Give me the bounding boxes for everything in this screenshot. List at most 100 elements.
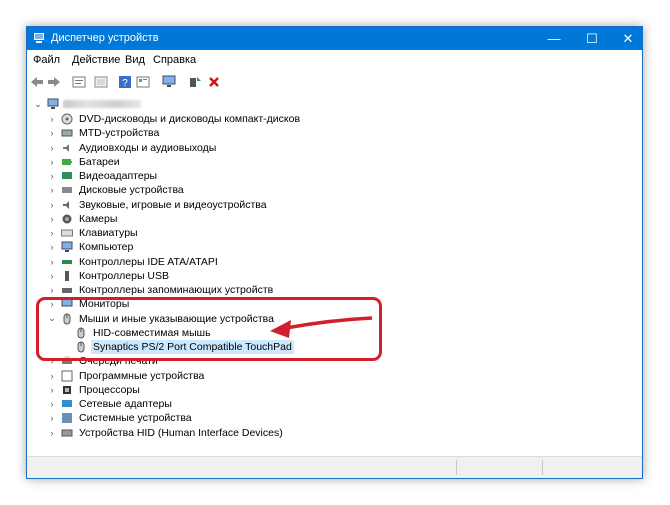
chevron-right-icon[interactable]: ›: [47, 126, 57, 140]
tree-category-label: Дисковые устройства: [79, 184, 184, 197]
back-arrow-icon[interactable]: [29, 74, 45, 90]
status-separator: [542, 460, 543, 475]
system-icon: [62, 413, 72, 424]
sound-icon: [63, 200, 69, 209]
toolbar: ?: [27, 71, 642, 96]
tree-category-item[interactable]: › Контроллеры IDE ATA/ATAPI: [47, 255, 220, 269]
window-title: Диспетчер устройств: [51, 32, 159, 44]
dvd-icon: [61, 113, 73, 125]
tree-category-label: Устройства HID (Human Interface Devices): [79, 426, 283, 439]
tree-category-item[interactable]: › Процессоры: [47, 383, 142, 397]
tree-category-label: Сетевые адаптеры: [79, 398, 172, 410]
chevron-right-icon[interactable]: ›: [47, 112, 57, 126]
tree-category-label: Аудиовходы и аудиовыходы: [79, 141, 217, 154]
device-manager-window: Диспетчер устройств — ☐ ✕ Файл Действие …: [26, 26, 643, 479]
tree-category-label: Процессоры: [79, 383, 140, 396]
tree-category-label: Звуковые, игровые и видеоустройства: [79, 198, 267, 211]
ide-icon: [62, 259, 72, 264]
chevron-right-icon[interactable]: ›: [47, 369, 57, 383]
monitor-icon[interactable]: [161, 74, 177, 90]
chevron-right-icon[interactable]: ›: [47, 183, 57, 197]
chevron-right-icon[interactable]: ›: [47, 411, 57, 425]
annotation-highlight-box: [36, 297, 382, 361]
chevron-right-icon[interactable]: ›: [47, 255, 57, 269]
storage-icon: [62, 288, 72, 293]
tree-category-label: Контроллеры запоминающих устройств: [79, 284, 274, 296]
computer-icon: [47, 98, 59, 109]
tree-category-item[interactable]: › Контроллеры USB: [47, 269, 171, 283]
keyboard-icon: [61, 229, 73, 237]
tree-category-item[interactable]: › Аудиовходы и аудиовыходы: [47, 141, 218, 155]
tree-category-item[interactable]: › Звуковые, игровые и видеоустройства: [47, 198, 269, 212]
tree-category-item[interactable]: › Системные устройства: [47, 411, 194, 425]
view-icon[interactable]: [135, 74, 151, 90]
computer-icon: [61, 241, 73, 253]
chevron-right-icon[interactable]: ›: [47, 269, 57, 283]
device-tree: ⌄ › DVD-дисководы и дисководы компакт-дис…: [27, 95, 642, 459]
chevron-right-icon[interactable]: ›: [47, 240, 57, 254]
chevron-right-icon[interactable]: ›: [47, 212, 57, 226]
uninstall-x-icon[interactable]: [206, 74, 222, 90]
chevron-down-icon[interactable]: ⌄: [33, 97, 43, 111]
device-manager-app-icon: [34, 33, 44, 43]
display-adapter-icon: [62, 172, 72, 179]
tree-category-label: Видеоадаптеры: [79, 170, 158, 182]
menu-file[interactable]: Файл: [33, 54, 60, 66]
disk-icon: [62, 187, 72, 194]
show-hidden-icon[interactable]: [93, 74, 109, 90]
tree-category-item[interactable]: › Дисковые устройства: [47, 183, 186, 197]
processor-icon: [63, 385, 71, 394]
computer-name-blurred: [63, 100, 141, 108]
properties-icon[interactable]: [71, 74, 87, 90]
tree-category-label: DVD-дисководы и дисководы компакт-дисков: [79, 113, 301, 125]
usb-icon: [65, 270, 69, 281]
audio-icon: [63, 143, 69, 152]
title-bar: Диспетчер устройств — ☐ ✕: [27, 27, 642, 50]
chevron-right-icon[interactable]: ›: [47, 383, 57, 397]
status-bar: [27, 456, 642, 478]
network-icon: [62, 400, 72, 407]
tree-category-label: Контроллеры IDE ATA/ATAPI: [79, 255, 218, 268]
software-device-icon: [61, 370, 73, 381]
tree-category-item[interactable]: › MTD-устройства: [47, 126, 161, 140]
update-driver-icon[interactable]: [187, 74, 203, 90]
tree-root[interactable]: ⌄: [33, 97, 141, 111]
tree-category-item[interactable]: › Камеры: [47, 212, 119, 226]
tree-category-label: Клавиатуры: [79, 227, 138, 239]
tree-category-item[interactable]: › Устройства HID (Human Interface Devices…: [47, 426, 285, 440]
camera-icon: [62, 214, 72, 224]
tree-category-label: MTD-устройства: [79, 127, 160, 140]
hid-icon: [61, 429, 73, 436]
chevron-right-icon[interactable]: ›: [47, 198, 57, 212]
svg-text:?: ?: [122, 78, 128, 89]
close-button[interactable]: ✕: [607, 27, 642, 50]
tree-category-item[interactable]: › DVD-дисководы и дисководы компакт-диско…: [47, 112, 302, 126]
chevron-right-icon[interactable]: ›: [47, 283, 57, 297]
menu-view[interactable]: Вид: [125, 54, 145, 66]
menu-action[interactable]: Действие: [72, 54, 120, 66]
menu-bar: Файл Действие Вид Справка: [27, 50, 642, 71]
chevron-right-icon[interactable]: ›: [47, 397, 57, 411]
forward-arrow-icon[interactable]: [46, 74, 62, 90]
help-icon[interactable]: ?: [117, 74, 133, 90]
mtd-icon: [61, 129, 73, 137]
chevron-right-icon[interactable]: ›: [47, 226, 57, 240]
chevron-right-icon[interactable]: ›: [47, 169, 57, 183]
battery-icon: [62, 158, 72, 165]
chevron-right-icon[interactable]: ›: [47, 155, 57, 169]
tree-category-item[interactable]: › Контроллеры запоминающих устройств: [47, 283, 275, 297]
chevron-right-icon[interactable]: ›: [47, 426, 57, 440]
tree-category-label: Программные устройства: [79, 369, 205, 382]
menu-help[interactable]: Справка: [153, 54, 196, 66]
tree-category-label: Контроллеры USB: [79, 269, 169, 282]
tree-category-label: Системные устройства: [79, 412, 192, 425]
tree-category-label: Компьютер: [79, 241, 134, 254]
tree-category-item[interactable]: › Видеоадаптеры: [47, 169, 159, 183]
tree-category-item[interactable]: › Сетевые адаптеры: [47, 397, 174, 411]
tree-category-item[interactable]: › Программные устройства: [47, 369, 206, 383]
minimize-button[interactable]: —: [533, 27, 575, 50]
tree-category-item[interactable]: › Батареи: [47, 155, 122, 169]
chevron-right-icon[interactable]: ›: [47, 141, 57, 155]
tree-category-item[interactable]: › Клавиатуры: [47, 226, 140, 240]
tree-category-item[interactable]: › Компьютер: [47, 240, 135, 254]
